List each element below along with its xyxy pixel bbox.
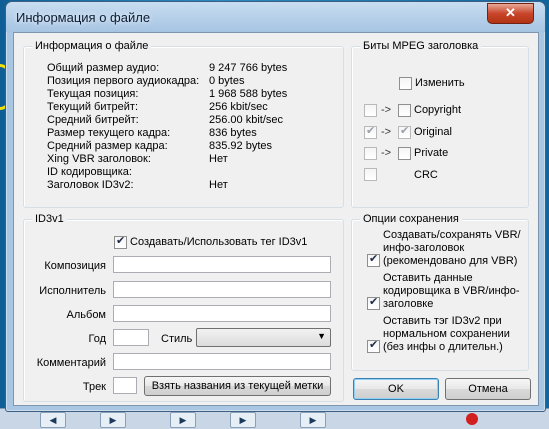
info-label: Текущий битрейт: — [47, 101, 139, 113]
info-value: 256 kbit/sec — [209, 101, 268, 113]
player-control-button[interactable]: ▶ — [230, 412, 256, 428]
info-label: Средний размер кадра: — [47, 140, 168, 152]
title-bar: Информация о файле ✕ — [6, 2, 545, 32]
change-label: Изменить — [415, 77, 465, 89]
track-label: Трек — [82, 381, 106, 393]
info-value: Нет — [209, 179, 228, 191]
original-src-checkbox[interactable] — [364, 124, 377, 139]
arrow-label: -> — [381, 147, 392, 159]
ok-button[interactable]: OK — [353, 378, 439, 400]
album-label: Альбом — [66, 309, 106, 321]
style-label: Стиль — [161, 333, 193, 345]
id3v1-legend: ID3v1 — [32, 213, 67, 225]
year-label: Год — [88, 333, 106, 345]
info-value: 0 bytes — [209, 75, 245, 87]
chevron-down-icon: ▼ — [317, 331, 326, 341]
record-indicator-icon[interactable] — [466, 413, 478, 425]
info-label: Размер текущего кадра: — [47, 127, 171, 139]
keep-encoder-data-label: Оставить данные кодировщика в VBR/инфо-з… — [383, 272, 520, 310]
cancel-button[interactable]: Отмена — [445, 378, 531, 400]
info-value: Нет — [209, 153, 228, 165]
player-control-button[interactable]: ▶ — [170, 412, 196, 428]
info-label: Заголовок ID3v2: — [47, 179, 134, 191]
save-options-legend: Опции сохранения — [360, 213, 462, 225]
comment-label: Комментарий — [36, 357, 106, 369]
style-select[interactable]: ▼ — [196, 328, 331, 347]
private-checkbox[interactable] — [398, 147, 411, 160]
private-label: Private — [414, 147, 449, 159]
file-info-group: Информация о файле Общий размер аудио: 9… — [23, 40, 344, 208]
fetch-from-tag-button[interactable]: Взять названия из текущей метки — [144, 376, 331, 396]
year-input[interactable] — [113, 329, 149, 346]
info-label: Xing VBR заголовок: — [47, 153, 151, 165]
keep-id3v2-checkbox[interactable] — [367, 338, 380, 353]
artist-input[interactable] — [113, 281, 331, 298]
info-value: 1 968 588 bytes — [209, 88, 288, 100]
artist-label: Исполнитель — [39, 285, 106, 297]
save-vbr-header-checkbox[interactable] — [367, 252, 380, 267]
info-label: ID кодировщика: — [47, 166, 132, 178]
info-label: Текущая позиция: — [47, 88, 139, 100]
create-id3v1-checkbox[interactable] — [114, 234, 127, 249]
dialog-body: Информация о файле Общий размер аудио: 9… — [13, 32, 539, 406]
composition-input[interactable] — [113, 256, 331, 273]
player-control-button[interactable]: ▶ — [100, 412, 126, 428]
mpeg-bits-legend: Биты MPEG заголовка — [360, 40, 482, 52]
copyright-src-checkbox[interactable] — [364, 104, 377, 117]
private-src-checkbox[interactable] — [364, 147, 377, 160]
original-checkbox[interactable] — [398, 124, 411, 139]
player-control-button[interactable]: ◀ — [40, 412, 66, 428]
id3v1-group: ID3v1 Создавать/Использовать тег ID3v1 К… — [23, 213, 344, 402]
copyright-label: Copyright — [414, 104, 462, 116]
composition-label: Композиция — [44, 260, 106, 272]
info-value: 9 247 766 bytes — [209, 62, 288, 74]
arrow-label: -> — [381, 104, 392, 116]
file-info-dialog: Информация о файле ✕ Информация о файле … — [5, 1, 546, 412]
create-id3v1-label: Создавать/Использовать тег ID3v1 — [130, 236, 308, 248]
crc-label: CRC — [414, 169, 438, 181]
info-value: 836 bytes — [209, 127, 257, 139]
save-options-group: Опции сохранения Создавать/сохранять VBR… — [351, 213, 529, 371]
change-checkbox[interactable] — [399, 77, 412, 90]
crc-checkbox[interactable] — [364, 168, 377, 181]
keep-id3v2-label: Оставить тэг ID3v2 при нормальном сохран… — [383, 315, 510, 353]
info-value: 256.00 kbit/sec — [209, 114, 283, 126]
info-label: Средний битрейт: — [47, 114, 139, 126]
save-vbr-header-label: Создавать/сохранять VBR/инфо-заголовок (… — [383, 229, 521, 267]
original-label: Original — [414, 126, 452, 138]
mpeg-bits-group: Биты MPEG заголовка Изменить -> Copyrigh… — [351, 40, 529, 208]
file-info-legend: Информация о файле — [32, 40, 152, 52]
arrow-label: -> — [381, 126, 392, 138]
info-label: Позиция первого аудиокадра: — [47, 75, 200, 87]
track-input[interactable] — [113, 377, 137, 394]
comment-input[interactable] — [113, 353, 331, 370]
info-value: 835.92 bytes — [209, 140, 272, 152]
info-label: Общий размер аудио: — [47, 62, 160, 74]
keep-encoder-data-checkbox[interactable] — [367, 295, 380, 310]
album-input[interactable] — [113, 305, 331, 322]
window-title: Информация о файле — [16, 10, 151, 25]
player-control-button[interactable]: ▶ — [300, 412, 326, 428]
close-button[interactable]: ✕ — [487, 3, 534, 24]
copyright-checkbox[interactable] — [398, 104, 411, 117]
